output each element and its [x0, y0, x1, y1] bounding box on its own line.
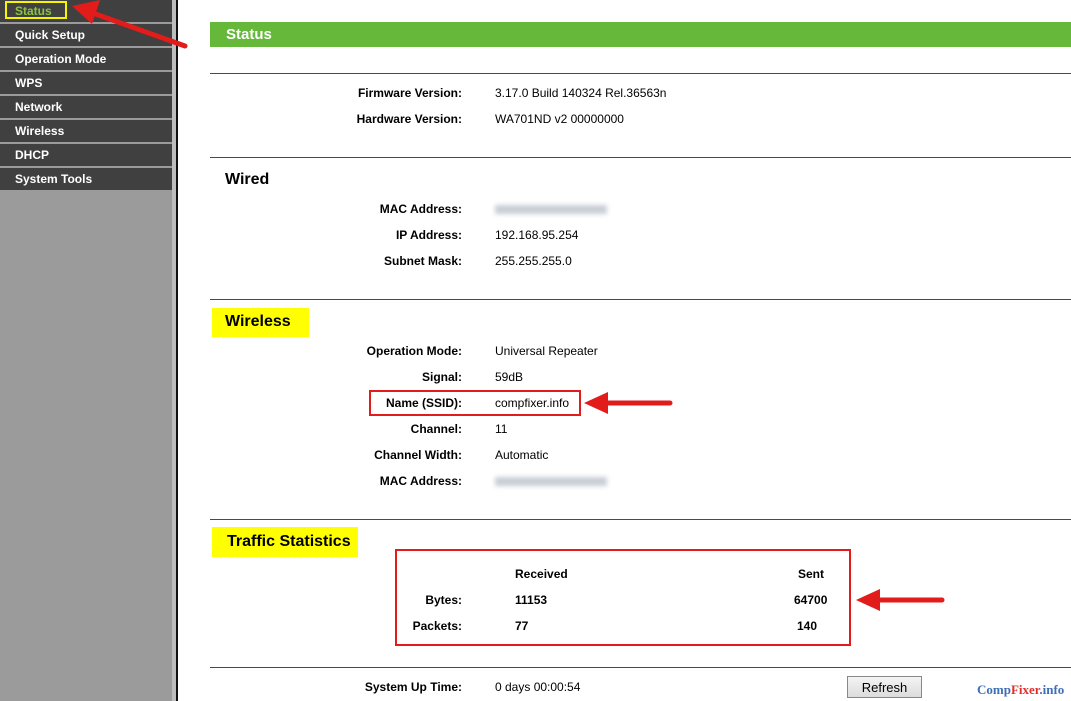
arrow-icon	[856, 589, 945, 611]
arrow-icon	[72, 0, 188, 49]
arrow-icon	[584, 392, 673, 414]
annotation-arrows	[72, 0, 945, 611]
